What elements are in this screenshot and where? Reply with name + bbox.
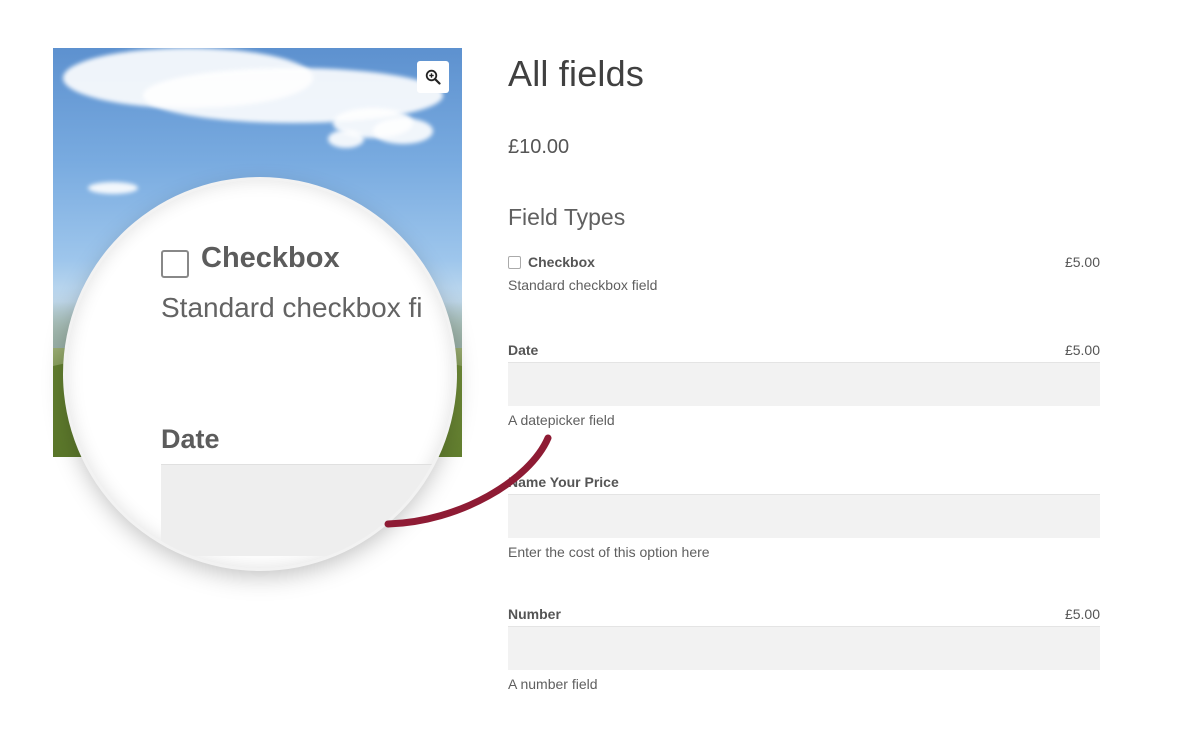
number-field-description: A number field	[508, 676, 598, 692]
checkbox-input[interactable]	[508, 256, 521, 269]
product-summary: All fields £10.00 Field Types Checkbox £…	[508, 48, 1100, 692]
product-price: £10.00	[508, 136, 570, 158]
magnified-date-input	[161, 464, 454, 556]
date-field-description: A datepicker field	[508, 412, 615, 428]
number-field-price: £5.00	[1064, 606, 1100, 622]
date-field-price: £5.00	[1064, 342, 1100, 358]
date-field-label: Date	[508, 342, 539, 358]
date-field: Date £5.00 A datepicker field	[508, 342, 1100, 428]
name-your-price-input[interactable]	[508, 494, 1100, 538]
cloud	[88, 182, 138, 194]
number-field: Number £5.00 A number field	[508, 606, 1100, 692]
magnifier-lens: Checkbox Standard checkbox fi Date	[66, 180, 454, 568]
number-field-label: Number	[508, 606, 561, 622]
magnified-date-label: Date	[161, 424, 220, 454]
checkbox-field-label[interactable]: Checkbox	[508, 254, 595, 270]
name-your-price-description: Enter the cost of this option here	[508, 544, 710, 560]
product-title: All fields	[508, 53, 645, 94]
checkbox-field-description: Standard checkbox field	[508, 277, 658, 293]
magnified-checkbox-description: Standard checkbox fi	[161, 292, 423, 323]
cloud	[373, 118, 433, 144]
name-your-price-field: Name Your Price Enter the cost of this o…	[508, 474, 1100, 560]
field-group-heading: Field Types	[508, 204, 626, 230]
checkbox-field-price: £5.00	[1064, 254, 1100, 270]
name-your-price-label: Name Your Price	[508, 474, 619, 490]
date-input[interactable]	[508, 362, 1100, 406]
magnifier-content: Checkbox Standard checkbox fi Date	[161, 180, 454, 568]
zoom-button[interactable]	[417, 61, 449, 93]
zoom-in-icon	[425, 69, 441, 85]
number-input[interactable]	[508, 626, 1100, 670]
cloud	[328, 130, 364, 148]
magnified-checkbox	[161, 250, 189, 278]
checkbox-field: Checkbox £5.00 Standard checkbox field	[508, 254, 1100, 293]
magnified-checkbox-label: Checkbox	[201, 242, 340, 274]
